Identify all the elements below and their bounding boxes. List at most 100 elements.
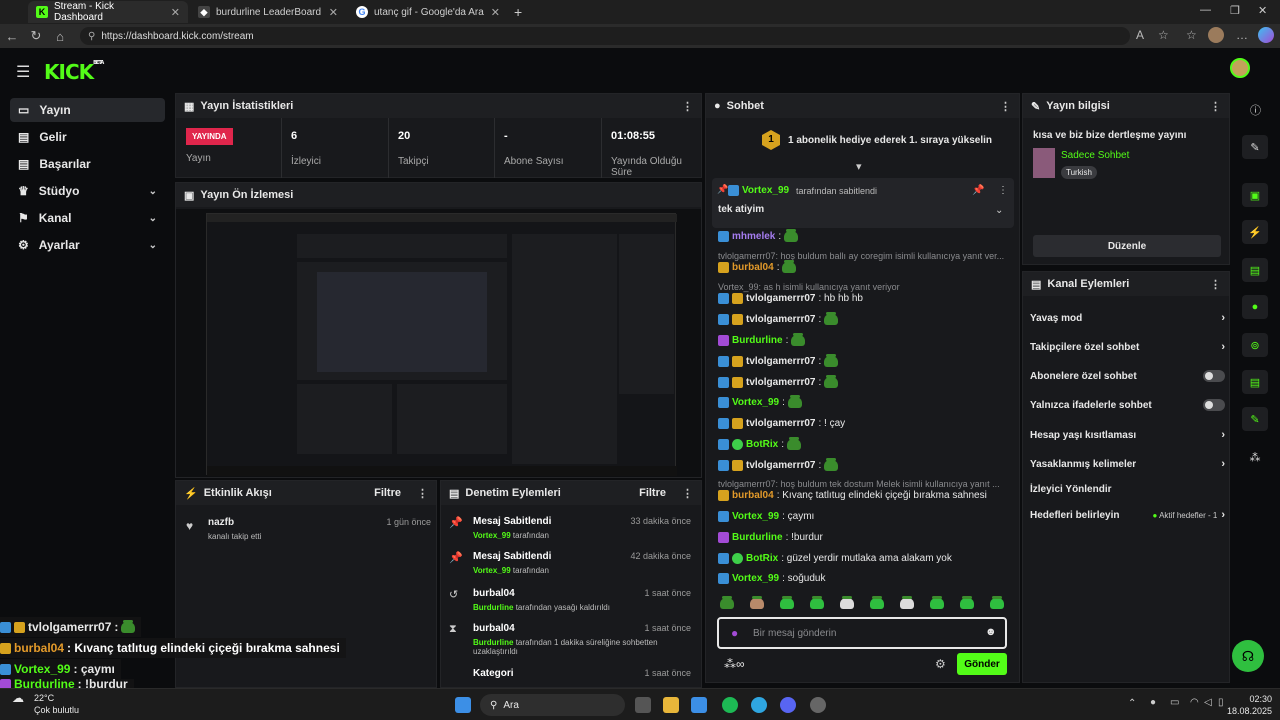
menu-icon[interactable]: ☰	[16, 62, 30, 82]
stats-icon[interactable]: ▣	[1242, 183, 1268, 207]
filter-button[interactable]: Filtre	[639, 487, 666, 499]
mod-user[interactable]: Burdurline	[473, 638, 513, 647]
taskbar-search[interactable]: ⚲ Ara	[480, 694, 625, 716]
emoji-icon[interactable]: ☻	[985, 626, 997, 638]
action-raid[interactable]: İzleyici Yönlendir	[1030, 484, 1225, 495]
task-view-icon[interactable]	[635, 697, 651, 713]
file-explorer-icon[interactable]	[663, 697, 679, 713]
emote-icon[interactable]	[930, 596, 944, 609]
chat-user[interactable]: tvlolgamerrr07	[746, 418, 815, 429]
support-icon[interactable]: ☊	[1232, 640, 1264, 672]
favorite-star-icon[interactable]: ☆	[1158, 28, 1169, 42]
chat-user[interactable]: Vortex_99	[732, 397, 779, 408]
more-icon[interactable]: ⋮	[998, 185, 1008, 196]
list-icon[interactable]: ▤	[1242, 258, 1268, 282]
tab-google-search[interactable]: G utanç gif - Google'da Ara ✕	[348, 1, 508, 23]
more-icon[interactable]: ⋮	[1000, 100, 1011, 113]
kick-logo[interactable]: KICKBETA	[44, 60, 104, 84]
unpin-icon[interactable]: 📌	[972, 185, 984, 196]
chat-user[interactable]: burbal04	[732, 490, 774, 501]
wifi-icon[interactable]: ◠	[1190, 697, 1199, 708]
more-icon[interactable]: ⋮	[417, 487, 428, 500]
close-icon[interactable]: ✕	[329, 6, 338, 19]
read-aloud-icon[interactable]: A	[1136, 28, 1144, 42]
category-link[interactable]: Sadece Sohbet	[1061, 150, 1129, 161]
collapse-icon[interactable]: ▾	[856, 160, 862, 173]
profile-avatar[interactable]	[1208, 27, 1224, 43]
discord-icon[interactable]	[780, 697, 796, 713]
sidebar-item-yayin[interactable]: ▭ Yayın	[10, 98, 165, 122]
emote-icon[interactable]	[840, 596, 854, 609]
sidebar-item-gelir[interactable]: ▤ Gelir	[10, 125, 165, 149]
chat-input[interactable]: ● Bir mesaj gönderin ☻	[717, 617, 1007, 649]
chat-user[interactable]: BotRix	[746, 439, 778, 450]
spotify-icon[interactable]	[722, 697, 738, 713]
reload-icon[interactable]: ↻	[24, 28, 48, 44]
wrench-icon[interactable]: ✎	[1242, 407, 1268, 431]
minimize-icon[interactable]: —	[1200, 4, 1211, 16]
close-icon[interactable]: ✕	[491, 6, 500, 19]
sidebar-item-basarilar[interactable]: ▤ Başarılar	[10, 152, 165, 176]
mic-icon[interactable]: ●	[1150, 697, 1156, 708]
chevron-up-icon[interactable]: ⌃	[1128, 698, 1136, 709]
site-info-icon[interactable]: ⚲	[88, 31, 95, 42]
chat-user[interactable]: burbal04	[732, 262, 774, 273]
mod-user[interactable]: Vortex_99	[473, 566, 511, 575]
emote-icon[interactable]	[870, 596, 884, 609]
emote-icon[interactable]	[810, 596, 824, 609]
apps-icon[interactable]: ⁂	[1242, 445, 1268, 469]
chat-user[interactable]: Vortex_99	[732, 573, 779, 584]
more-icon[interactable]: …	[1236, 28, 1248, 42]
chat-user[interactable]: mhmelek	[732, 231, 775, 242]
sidebar-item-kanal[interactable]: ⚑ Kanal ⌄	[10, 206, 165, 230]
pinned-user[interactable]: Vortex_99	[742, 185, 789, 196]
edge-icon[interactable]	[751, 697, 767, 713]
chat-icon[interactable]: ●	[1242, 295, 1268, 319]
more-icon[interactable]: ⋮	[1210, 278, 1221, 291]
emote-icon[interactable]	[780, 596, 794, 609]
back-icon[interactable]: ←	[0, 29, 24, 44]
edit-button[interactable]: Düzenle	[1033, 235, 1221, 257]
new-tab-icon[interactable]: +	[514, 4, 522, 20]
emote-icon[interactable]	[960, 596, 974, 609]
chat-user[interactable]: tvlolgamerrr07	[746, 377, 815, 388]
chat-user[interactable]: tvlolgamerrr07	[746, 314, 815, 325]
lightning-icon[interactable]: ⚡	[1242, 220, 1268, 244]
keyboard-icon[interactable]: ▭	[1170, 697, 1179, 708]
clock-date[interactable]: 18.08.2025	[1222, 706, 1272, 716]
points-icon[interactable]: ⁂∞	[724, 657, 745, 671]
mod-user[interactable]: Vortex_99	[473, 531, 511, 540]
chevron-down-icon[interactable]: ⌄	[995, 205, 1003, 216]
chat-user[interactable]: BotRix	[746, 553, 778, 564]
home-icon[interactable]: ⌂	[48, 29, 72, 44]
subscribers-only-toggle[interactable]	[1203, 370, 1225, 382]
emote-icon[interactable]	[900, 596, 914, 609]
tab-leaderboard[interactable]: ◆ burdurline LeaderBoard | The bes ✕	[190, 1, 346, 23]
more-icon[interactable]: ⋮	[1210, 100, 1221, 113]
emote-icon[interactable]	[990, 596, 1004, 609]
windows-start-icon[interactable]	[455, 697, 471, 713]
close-icon[interactable]: ✕	[171, 6, 180, 19]
url-field[interactable]: ⚲ https://dashboard.kick.com/stream	[80, 27, 1130, 45]
tab-kick-dashboard[interactable]: K Stream - Kick Dashboard ✕	[28, 1, 188, 23]
broadcast-icon[interactable]: ⊚	[1242, 333, 1268, 357]
clock-time[interactable]: 02:30	[1232, 694, 1272, 704]
mod-user[interactable]: Burdurline	[473, 603, 513, 612]
more-icon[interactable]: ⋮	[682, 100, 693, 113]
stream-preview-video[interactable]	[176, 209, 701, 477]
chat-user[interactable]: tvlolgamerrr07	[746, 293, 815, 304]
action-account-age[interactable]: Hesap yaşı kısıtlaması ›	[1030, 429, 1225, 441]
more-icon[interactable]: ⋮	[682, 487, 693, 500]
action-slow-mode[interactable]: Yavaş mod ›	[1030, 312, 1225, 324]
edit-icon[interactable]: ✎	[1242, 135, 1268, 159]
close-window-icon[interactable]: ✕	[1258, 4, 1267, 17]
filter-button[interactable]: Filtre	[374, 487, 401, 499]
chat-user[interactable]: Burdurline	[732, 532, 783, 543]
sidebar-item-ayarlar[interactable]: ⚙ Ayarlar ⌄	[10, 233, 165, 257]
store-icon[interactable]	[691, 697, 707, 713]
chat-user[interactable]: tvlolgamerrr07	[746, 356, 815, 367]
action-goals[interactable]: Hedefleri belirleyin ● Aktif hedefler - 1…	[1030, 509, 1225, 521]
app-icon[interactable]	[810, 697, 826, 713]
action-banned-words[interactable]: Yasaklanmış kelimeler ›	[1030, 458, 1225, 470]
action-followers-only[interactable]: Takipçilere özel sohbet ›	[1030, 341, 1225, 353]
